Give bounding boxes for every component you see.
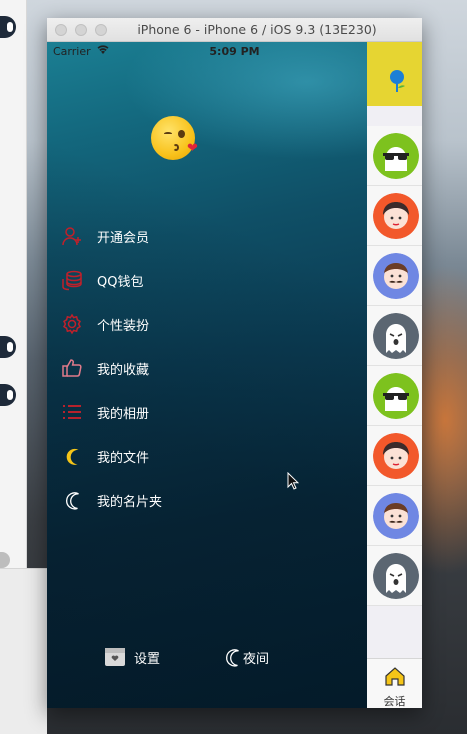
ghost-avatar <box>373 313 419 359</box>
thumbs-up-icon <box>60 356 84 380</box>
yellow-header <box>367 42 422 106</box>
close-window-button[interactable] <box>55 24 67 36</box>
ghost-avatar <box>373 553 419 599</box>
window-titlebar: iPhone 6 - iPhone 6 / iOS 9.3 (13E230) <box>47 18 422 42</box>
contact-row[interactable] <box>367 186 422 246</box>
contact-row[interactable] <box>367 426 422 486</box>
menu-label: 我的文件 <box>97 450 150 466</box>
add-user-icon <box>60 224 84 248</box>
menu-label: 我的收藏 <box>97 362 150 378</box>
menu-item-cards[interactable]: 我的名片夹 <box>60 478 360 522</box>
menu-item-album[interactable]: 我的相册 <box>60 390 360 434</box>
zoom-window-button[interactable] <box>95 24 107 36</box>
menu-item-wallet[interactable]: QQ钱包 <box>60 258 360 302</box>
mustache-avatar <box>373 253 419 299</box>
menu-label: 我的相册 <box>97 406 150 422</box>
contact-row[interactable] <box>367 306 422 366</box>
settings-label: 设置 <box>134 651 161 667</box>
mustache-avatar <box>373 493 419 539</box>
moon-outline-icon <box>221 646 243 668</box>
menu-item-dressup[interactable]: 个性装扮 <box>60 302 360 346</box>
menu-label: 我的名片夹 <box>97 494 163 510</box>
simulator-window: iPhone 6 - iPhone 6 / iOS 9.3 (13E230) ❤ <box>47 18 422 708</box>
background-app-panel <box>0 568 47 734</box>
status-bar: Carrier 5:09 PM <box>47 42 422 62</box>
status-time: 5:09 PM <box>209 45 260 58</box>
phone-screen: ❤ 开通会员 QQ钱包 个性装扮 我的收藏 我的相册 我的文件 我的名片夹 设置… <box>47 42 422 708</box>
tab-bar: 会话 <box>367 658 422 708</box>
menu-item-files[interactable]: 我的文件 <box>60 434 360 478</box>
menu-label: 开通会员 <box>97 230 150 246</box>
list-icon <box>60 400 84 424</box>
girl-avatar <box>373 193 419 239</box>
side-drawer: ❤ 开通会员 QQ钱包 个性装扮 我的收藏 我的相册 我的文件 我的名片夹 设置… <box>47 42 367 708</box>
tab-label: 会话 <box>383 695 406 708</box>
drawer-menu: 开通会员 QQ钱包 个性装扮 我的收藏 我的相册 我的文件 我的名片夹 <box>60 214 360 522</box>
coins-icon <box>60 268 84 292</box>
contact-row[interactable] <box>367 126 422 186</box>
mouse-cursor-icon <box>287 471 300 494</box>
tab-conversations[interactable]: 会话 <box>367 659 422 708</box>
moon-icon <box>60 444 84 468</box>
main-content-peek: 会话 <box>367 42 422 708</box>
gear-icon <box>60 312 84 336</box>
menu-label: 个性装扮 <box>97 318 150 334</box>
night-mode-button[interactable]: 夜间 <box>221 646 269 668</box>
menu-item-vip[interactable]: 开通会员 <box>60 214 360 258</box>
settings-button[interactable]: 设置 <box>104 646 160 668</box>
location-pin-icon[interactable] <box>387 68 409 98</box>
sunglasses-avatar <box>373 133 419 179</box>
qq-avatar-icon <box>0 16 16 38</box>
night-mode-label: 夜间 <box>243 651 270 667</box>
house-icon <box>384 665 406 691</box>
contact-row[interactable] <box>367 546 422 606</box>
sunglasses-avatar <box>373 373 419 419</box>
qq-avatar-icon <box>0 336 16 358</box>
menu-label: QQ钱包 <box>97 274 144 290</box>
menu-item-favorites[interactable]: 我的收藏 <box>60 346 360 390</box>
qq-avatar-icon <box>0 384 16 406</box>
girl-avatar <box>373 433 419 479</box>
window-title: iPhone 6 - iPhone 6 / iOS 9.3 (13E230) <box>137 22 377 37</box>
contact-row[interactable] <box>367 246 422 306</box>
contact-row[interactable] <box>367 486 422 546</box>
drawer-footer: 设置 夜间 <box>47 642 367 672</box>
minimize-window-button[interactable] <box>75 24 87 36</box>
settings-box-icon <box>104 646 126 668</box>
contact-list <box>367 126 422 606</box>
moon-outline-icon <box>60 488 84 512</box>
contact-row[interactable] <box>367 366 422 426</box>
